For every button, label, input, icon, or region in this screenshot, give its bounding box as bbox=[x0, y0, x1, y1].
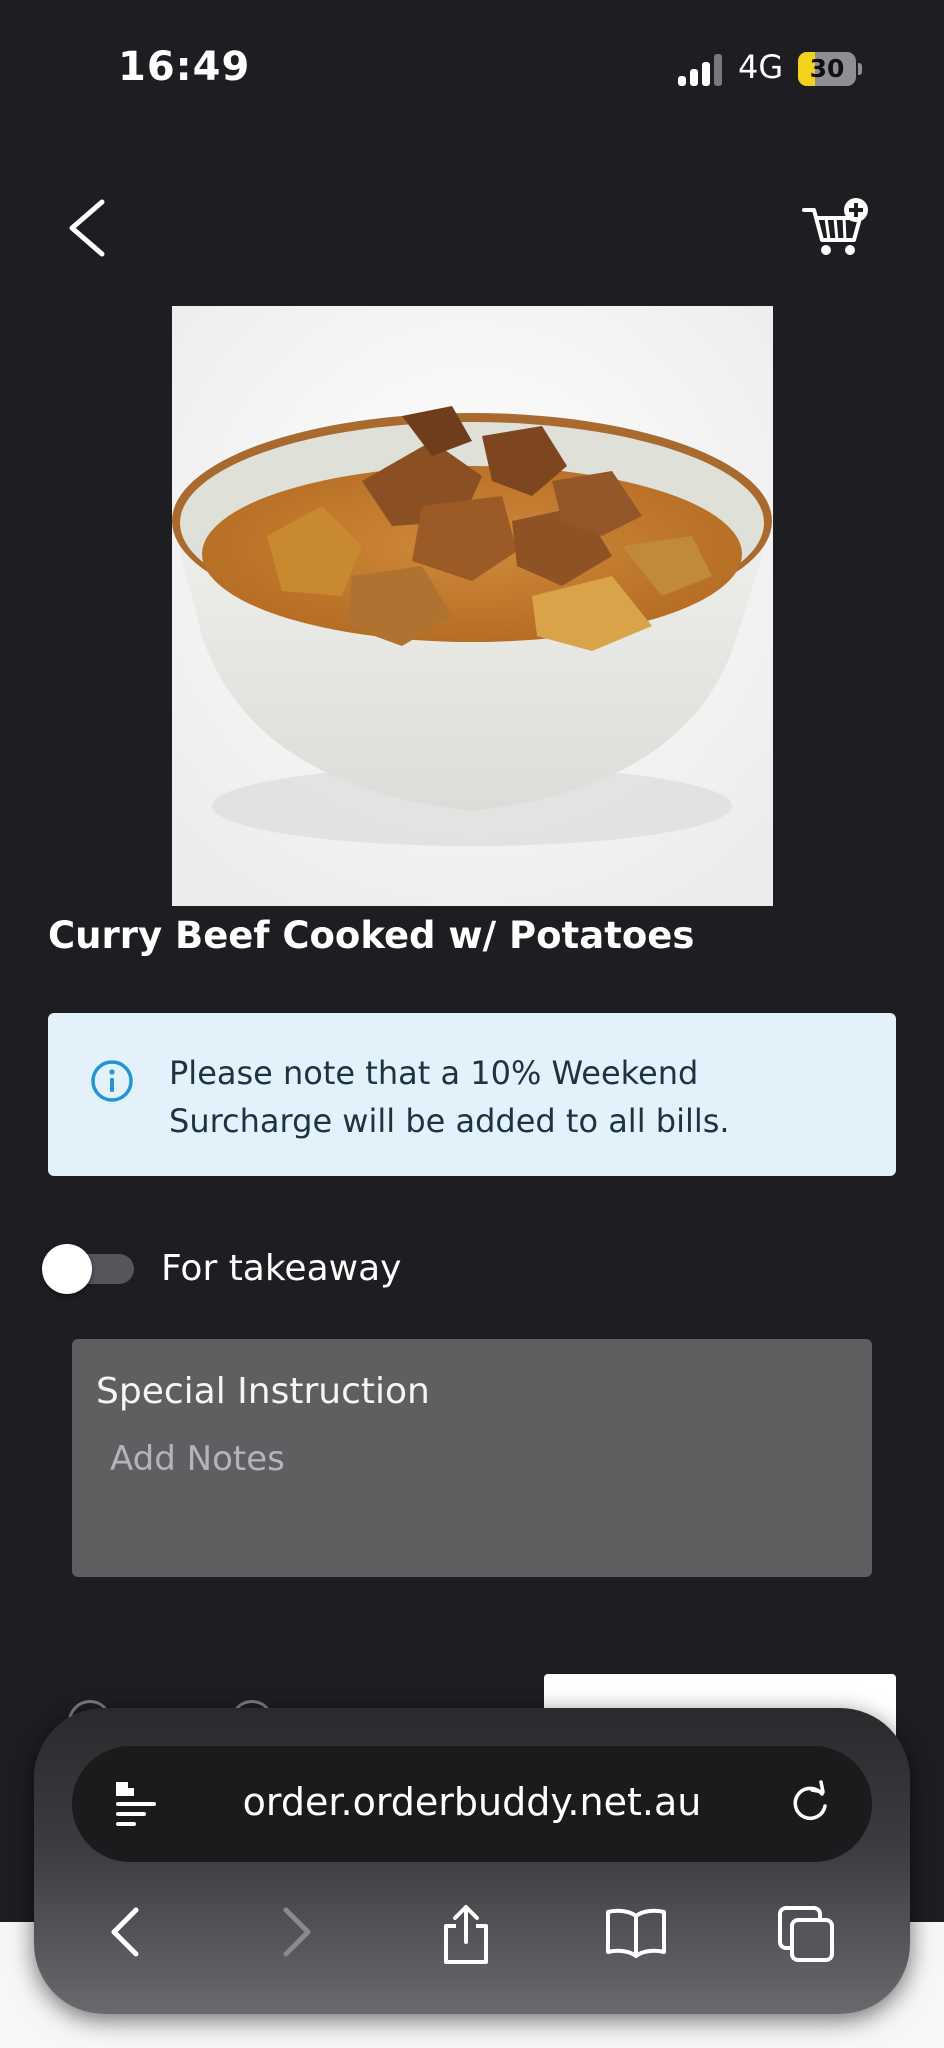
item-image bbox=[172, 306, 773, 906]
battery-icon: 30 bbox=[798, 52, 862, 86]
surcharge-notice: Please note that a 10% Weekend Surcharge… bbox=[48, 1013, 896, 1176]
takeaway-label: For takeaway bbox=[161, 1248, 402, 1289]
notes-input[interactable] bbox=[110, 1431, 850, 1487]
tabs-button[interactable] bbox=[766, 1894, 846, 1974]
share-button[interactable] bbox=[426, 1894, 506, 1974]
url-text: order.orderbuddy.net.au bbox=[242, 1780, 702, 1824]
share-icon bbox=[444, 1905, 488, 1964]
toggle-knob bbox=[42, 1244, 92, 1294]
curry-beef-photo bbox=[172, 306, 773, 906]
bookmarks-button[interactable] bbox=[596, 1894, 676, 1974]
back-icon bbox=[111, 1907, 139, 1957]
special-instruction-box: Special Instruction bbox=[72, 1339, 872, 1577]
notice-text: Please note that a 10% Weekend Surcharge… bbox=[169, 1054, 730, 1140]
status-time: 16:49 bbox=[118, 44, 251, 90]
browser-back-button[interactable] bbox=[86, 1894, 166, 1974]
browser-toolbar: order.orderbuddy.net.au bbox=[34, 1708, 910, 2014]
item-title: Curry Beef Cooked w/ Potatoes bbox=[48, 914, 695, 957]
back-button[interactable] bbox=[58, 196, 118, 260]
address-bar[interactable]: order.orderbuddy.net.au bbox=[72, 1746, 872, 1862]
reload-icon[interactable] bbox=[786, 1780, 834, 1828]
chevron-left-icon bbox=[69, 199, 105, 257]
forward-icon bbox=[283, 1907, 311, 1957]
cart-button[interactable] bbox=[800, 196, 872, 260]
cellular-signal-icon bbox=[678, 54, 722, 86]
cart-add-icon bbox=[802, 198, 868, 255]
browser-nav-row bbox=[34, 1894, 910, 1974]
network-type: 4G bbox=[738, 48, 784, 86]
reader-icon[interactable] bbox=[112, 1778, 160, 1830]
battery-percent: 30 bbox=[809, 54, 845, 83]
info-icon bbox=[91, 1060, 133, 1102]
status-bar: 16:49 4G 30 bbox=[0, 0, 944, 140]
special-instruction-label: Special Instruction bbox=[96, 1371, 430, 1412]
takeaway-toggle[interactable] bbox=[42, 1244, 134, 1294]
tabs-icon bbox=[778, 1906, 834, 1962]
bookmarks-icon bbox=[606, 1908, 666, 1958]
browser-forward-button[interactable] bbox=[256, 1894, 336, 1974]
